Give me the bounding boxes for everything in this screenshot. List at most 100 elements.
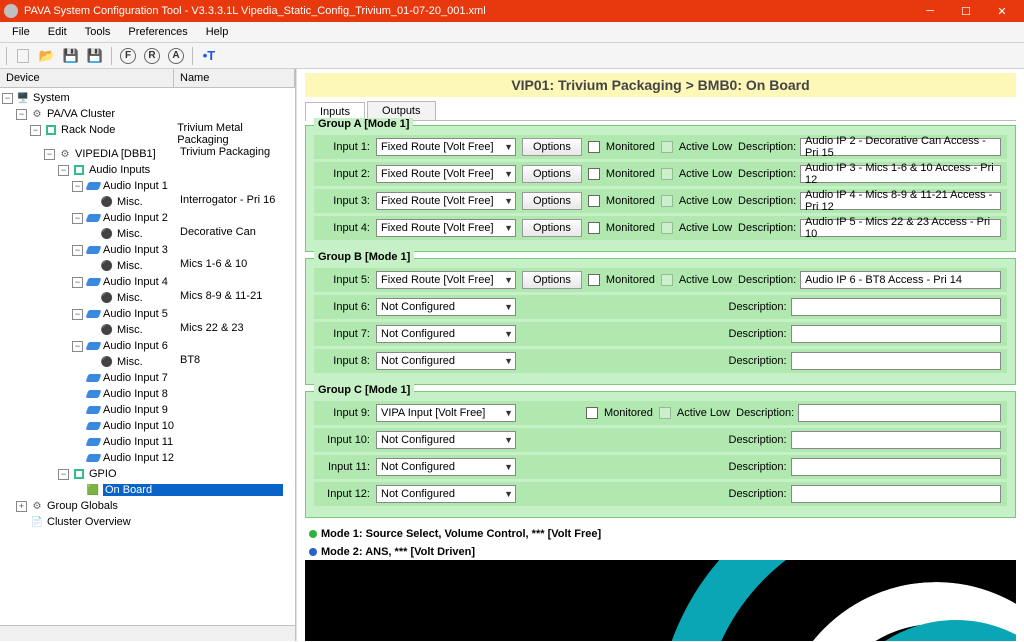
route-select-9[interactable]: VIPA Input [Volt Free]▼	[376, 404, 516, 422]
tree-ai5[interactable]: Audio Input 5	[103, 308, 168, 320]
expander-icon[interactable]: −	[58, 165, 69, 176]
tree-ai12[interactable]: Audio Input 12	[103, 452, 174, 464]
tree-cluster[interactable]: PA/VA Cluster	[47, 108, 115, 120]
menu-edit[interactable]: Edit	[40, 24, 75, 40]
description-field-1[interactable]: Audio IP 2 - Decorative Can Access - Pri…	[800, 138, 1001, 156]
monitored-checkbox-9[interactable]	[586, 407, 598, 419]
tree-ai10[interactable]: Audio Input 10	[103, 420, 174, 432]
tree-ai6-misc[interactable]: Misc.	[117, 356, 143, 368]
route-select-11[interactable]: Not Configured▼	[376, 458, 516, 476]
route-select-2[interactable]: Fixed Route [Volt Free]▼	[376, 165, 516, 183]
tree-cluster-overview[interactable]: Cluster Overview	[47, 516, 131, 528]
activelow-checkbox-3[interactable]	[661, 195, 673, 207]
expander-icon[interactable]: −	[30, 125, 41, 136]
tree-ai6[interactable]: Audio Input 6	[103, 340, 168, 352]
tree-header-name[interactable]: Name	[174, 69, 295, 87]
expander-icon[interactable]: −	[72, 277, 83, 288]
tree-ai11[interactable]: Audio Input 11	[103, 436, 173, 448]
expander-icon[interactable]: +	[16, 501, 27, 512]
options-button-5[interactable]: Options	[522, 271, 582, 289]
menu-tools[interactable]: Tools	[77, 24, 119, 40]
route-select-7[interactable]: Not Configured▼	[376, 325, 516, 343]
monitored-checkbox-5[interactable]	[588, 274, 600, 286]
letter-a-icon[interactable]: A	[166, 46, 186, 66]
route-select-4[interactable]: Fixed Route [Volt Free]▼	[376, 219, 516, 237]
tree-gpio[interactable]: GPIO	[89, 468, 117, 480]
expander-icon[interactable]: −	[72, 181, 83, 192]
tree-ai4-misc[interactable]: Misc.	[117, 292, 143, 304]
save-icon[interactable]: 💾	[61, 46, 81, 66]
route-select-12[interactable]: Not Configured▼	[376, 485, 516, 503]
letter-r-icon[interactable]: R	[142, 46, 162, 66]
description-field-7[interactable]	[791, 325, 1002, 343]
activelow-checkbox-9[interactable]	[659, 407, 671, 419]
tree-ai8[interactable]: Audio Input 8	[103, 388, 168, 400]
tree-vipedia[interactable]: VIPEDIA [DBB1]	[75, 148, 156, 160]
new-icon[interactable]	[13, 46, 33, 66]
menu-preferences[interactable]: Preferences	[120, 24, 195, 40]
description-field-5[interactable]: Audio IP 6 - BT8 Access - Pri 14	[800, 271, 1001, 289]
activelow-checkbox-2[interactable]	[661, 168, 673, 180]
close-button[interactable]: ✕	[984, 0, 1020, 22]
monitored-checkbox-2[interactable]	[588, 168, 600, 180]
description-field-4[interactable]: Audio IP 5 - Mics 22 & 23 Access - Pri 1…	[800, 219, 1001, 237]
expander-icon[interactable]: −	[72, 245, 83, 256]
tree-rack[interactable]: Rack Node	[61, 124, 115, 136]
expander-icon[interactable]: −	[44, 149, 55, 160]
description-field-8[interactable]	[791, 352, 1002, 370]
monitored-checkbox-3[interactable]	[588, 195, 600, 207]
tree-ai1[interactable]: Audio Input 1	[103, 180, 168, 192]
expander-icon[interactable]: −	[72, 309, 83, 320]
description-field-10[interactable]	[791, 431, 1002, 449]
description-field-3[interactable]: Audio IP 4 - Mics 8-9 & 11-21 Access - P…	[800, 192, 1001, 210]
route-select-1[interactable]: Fixed Route [Volt Free]▼	[376, 138, 516, 156]
route-select-8[interactable]: Not Configured▼	[376, 352, 516, 370]
tree-ai9[interactable]: Audio Input 9	[103, 404, 168, 416]
monitored-checkbox-4[interactable]	[588, 222, 600, 234]
expander-icon[interactable]: −	[16, 109, 27, 120]
tree-header-device[interactable]: Device	[0, 69, 174, 87]
tree-ai3-misc[interactable]: Misc.	[117, 260, 143, 272]
tree-system[interactable]: System	[33, 92, 70, 104]
options-button-2[interactable]: Options	[522, 165, 582, 183]
description-field-9[interactable]	[798, 404, 1001, 422]
open-icon[interactable]: 📂	[37, 46, 57, 66]
options-button-1[interactable]: Options	[522, 138, 582, 156]
horizontal-scrollbar[interactable]	[0, 625, 295, 641]
saveas-icon[interactable]: 💾	[85, 46, 105, 66]
activelow-checkbox-5[interactable]	[661, 274, 673, 286]
text-tool-icon[interactable]: •T	[199, 46, 219, 66]
menu-file[interactable]: File	[4, 24, 38, 40]
tree-ai3[interactable]: Audio Input 3	[103, 244, 168, 256]
route-select-10[interactable]: Not Configured▼	[376, 431, 516, 449]
expander-icon[interactable]: −	[2, 93, 13, 104]
tree-audio-inputs[interactable]: Audio Inputs	[89, 164, 150, 176]
route-select-6[interactable]: Not Configured▼	[376, 298, 516, 316]
activelow-checkbox-4[interactable]	[661, 222, 673, 234]
options-button-4[interactable]: Options	[522, 219, 582, 237]
monitored-checkbox-1[interactable]	[588, 141, 600, 153]
minimize-button[interactable]: ─	[912, 0, 948, 22]
menu-help[interactable]: Help	[198, 24, 237, 40]
maximize-button[interactable]: ☐	[948, 0, 984, 22]
description-field-12[interactable]	[791, 485, 1002, 503]
options-button-3[interactable]: Options	[522, 192, 582, 210]
expander-icon[interactable]: −	[72, 213, 83, 224]
expander-icon[interactable]: −	[58, 469, 69, 480]
tree-ai7[interactable]: Audio Input 7	[103, 372, 168, 384]
route-select-3[interactable]: Fixed Route [Volt Free]▼	[376, 192, 516, 210]
expander-icon[interactable]: −	[72, 341, 83, 352]
description-field-11[interactable]	[791, 458, 1002, 476]
tree-group-globals[interactable]: Group Globals	[47, 500, 118, 512]
letter-f-icon[interactable]: F	[118, 46, 138, 66]
tree-onboard[interactable]: On Board	[103, 484, 283, 496]
description-field-6[interactable]	[791, 298, 1002, 316]
tree-ai2[interactable]: Audio Input 2	[103, 212, 168, 224]
description-field-2[interactable]: Audio IP 3 - Mics 1-6 & 10 Access - Pri …	[800, 165, 1001, 183]
tree-ai2-misc[interactable]: Misc.	[117, 228, 143, 240]
activelow-checkbox-1[interactable]	[661, 141, 673, 153]
tree-ai5-misc[interactable]: Misc.	[117, 324, 143, 336]
tree-ai1-misc[interactable]: Misc.	[117, 196, 143, 208]
tree[interactable]: −🖥️System −⚙PA/VA Cluster −Rack NodeTriv…	[0, 88, 295, 625]
route-select-5[interactable]: Fixed Route [Volt Free]▼	[376, 271, 516, 289]
